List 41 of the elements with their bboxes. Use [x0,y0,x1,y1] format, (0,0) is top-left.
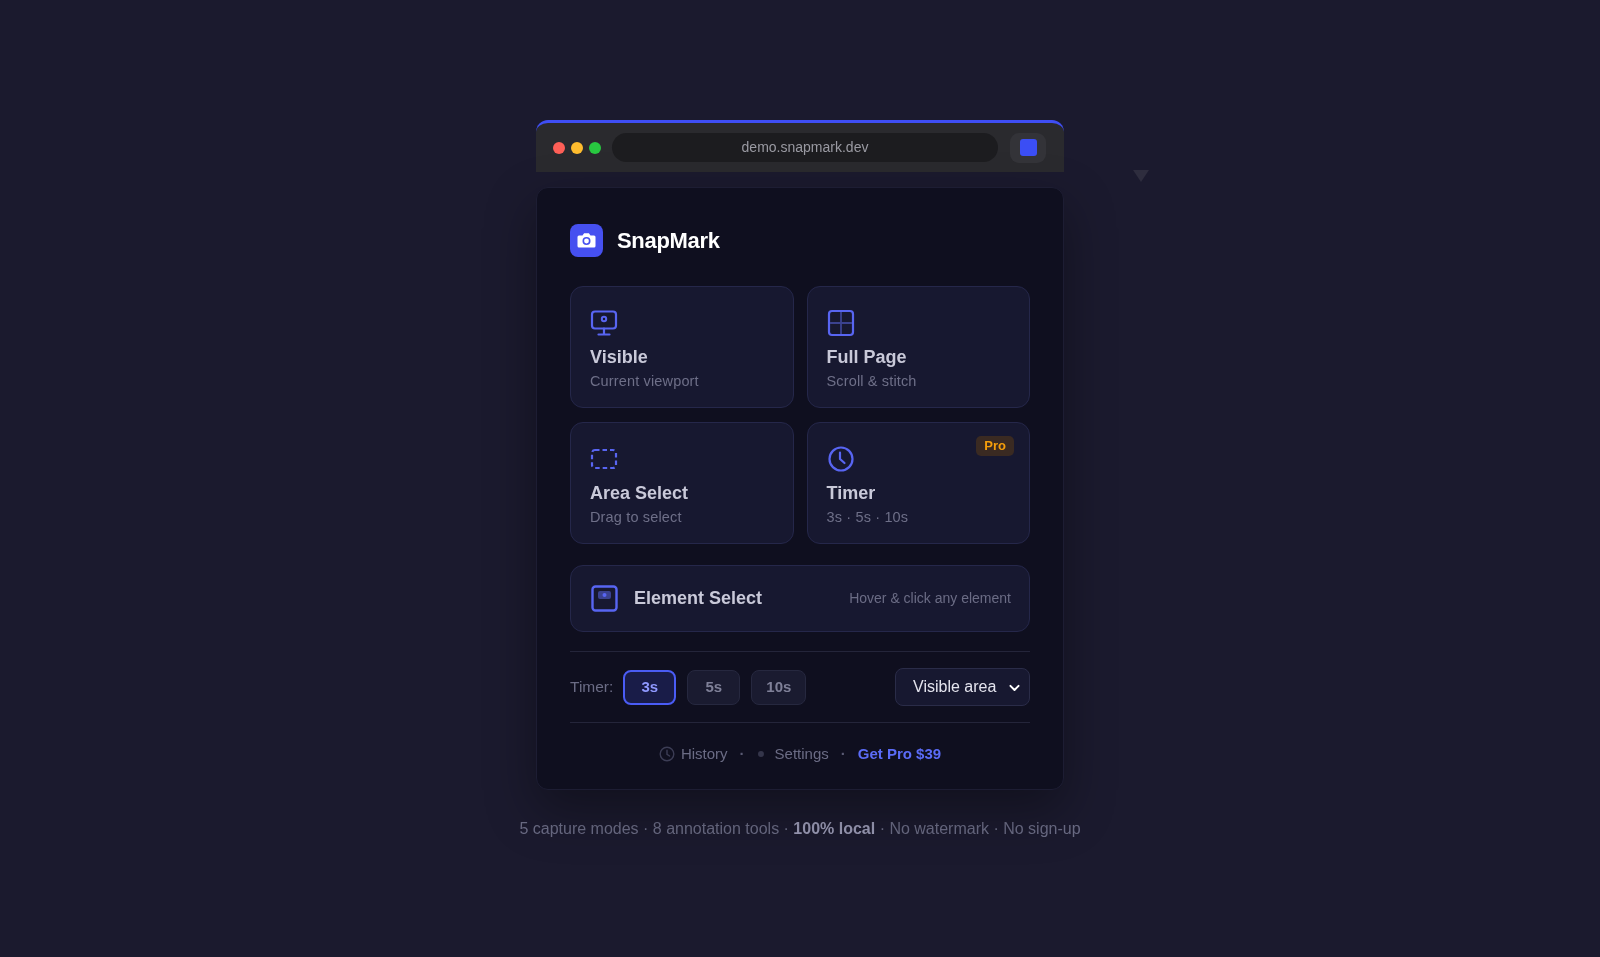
timer-label: Timer: [570,677,614,698]
separator-text: · [739,744,745,764]
footer-link[interactable]: History [658,744,728,764]
close-icon[interactable] [553,141,565,154]
element-select-hint: Hover & click any element [849,589,1011,608]
extension-button[interactable] [1010,132,1046,163]
monitor-icon [590,309,618,337]
feature-summary: 5 capture modes · 8 annotation tools · 100% local · No watermark · No sign-up [519,819,1081,839]
capture-mode-card[interactable]: Area Select Drag to select [570,422,794,544]
capture-area-select[interactable]: Visible area [895,668,1030,706]
minimize-icon[interactable] [571,141,583,154]
element-select-title: Element Select [634,587,763,610]
capture-mode-card[interactable]: Visible Current viewport [570,286,794,408]
maximize-icon[interactable] [589,141,601,154]
dot-icon [756,750,765,758]
card-subtitle: Scroll & stitch [826,372,917,390]
card-title: Full Page [826,346,907,368]
card-title: Timer [826,482,876,504]
separator-text: · [840,744,846,764]
app-title: SnapMark [617,227,720,255]
card-title: Area Select [590,482,689,504]
timer-option[interactable]: 5s [687,669,741,705]
camera-icon [570,224,603,257]
clock-icon [658,746,675,762]
timer-option[interactable]: 3s [623,669,677,705]
timer-option[interactable]: 10s [751,669,807,705]
card-subtitle: 3s · 5s · 10s [826,508,909,526]
clock-icon [826,445,855,473]
element-select-card[interactable]: Element Select Hover & click any element [570,565,1030,632]
footer-link[interactable]: Settings [756,744,829,764]
capture-mode-card[interactable]: Full Page Scroll & stitch [806,286,1030,408]
card-subtitle: Current viewport [590,372,699,390]
capture-mode-card[interactable]: Timer 3s · 5s · 10s Pro [806,422,1030,544]
card-subtitle: Drag to select [590,508,682,526]
pro-badge: Pro [976,436,1014,456]
address-bar[interactable]: demo.snapmark.dev [612,133,998,162]
grid-icon [826,309,855,337]
element-select-icon [591,585,618,612]
card-title: Visible [590,346,648,368]
square-icon [1019,139,1037,156]
footer-link[interactable]: Get Pro $39 [857,744,942,764]
